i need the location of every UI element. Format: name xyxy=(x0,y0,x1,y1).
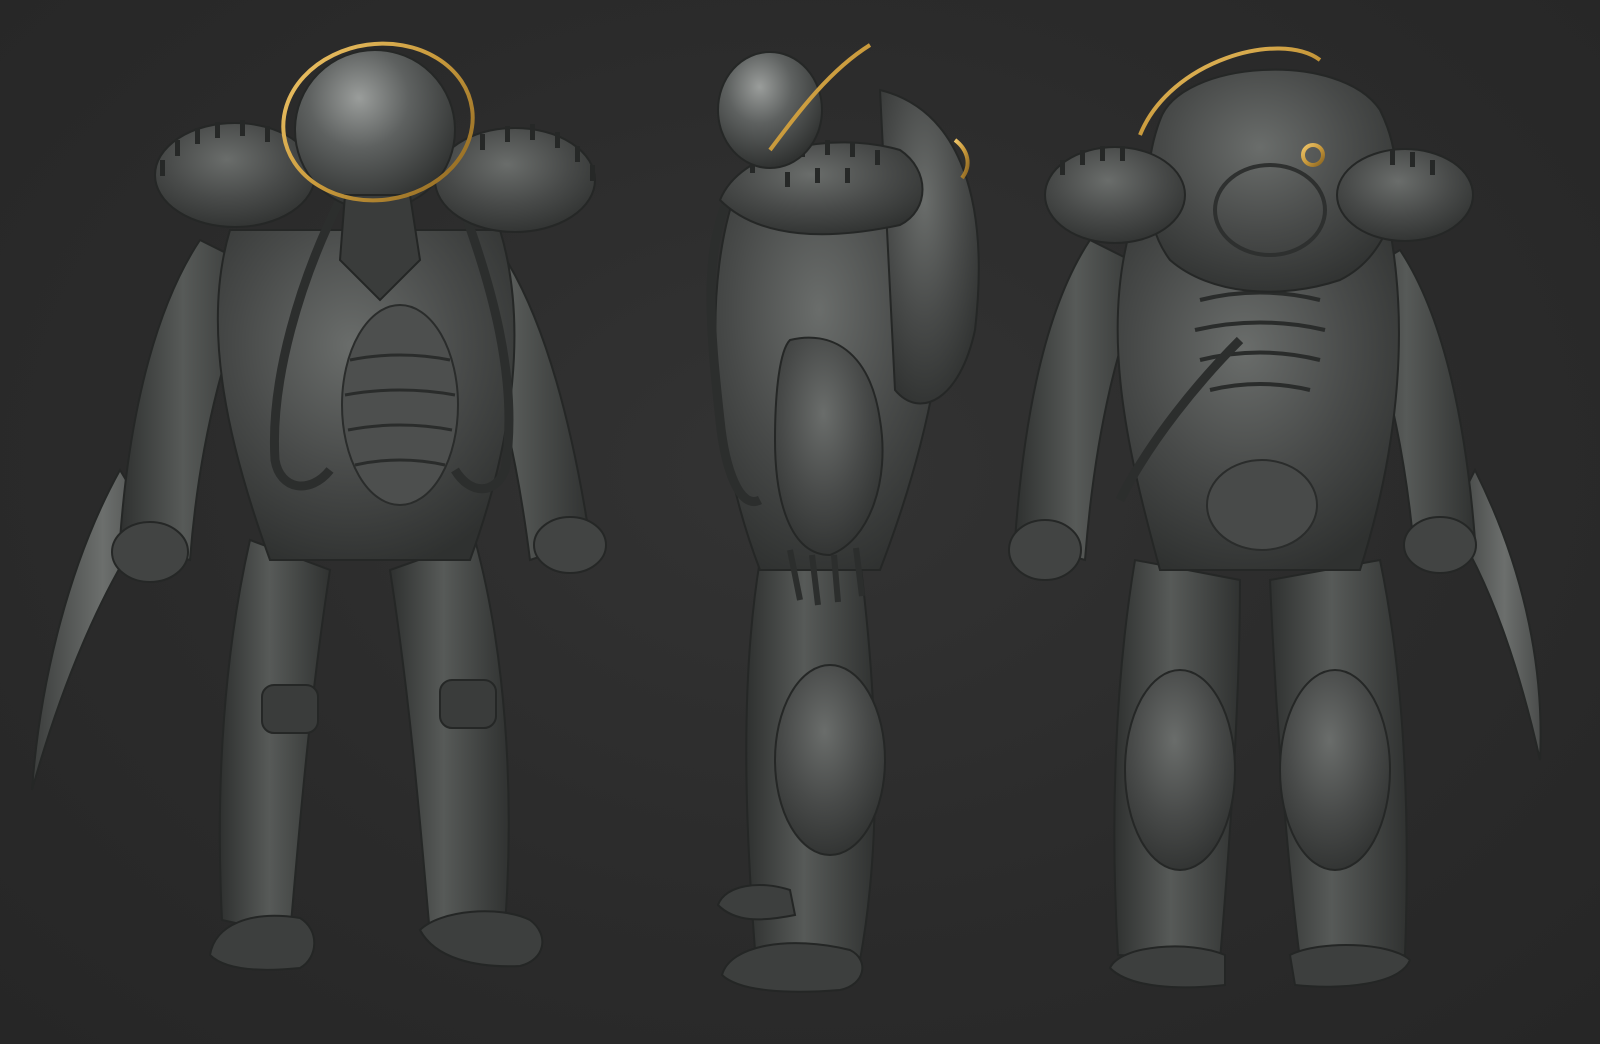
back-left-calf xyxy=(1124,669,1236,871)
front-left-foot xyxy=(208,914,316,971)
back-right-calf xyxy=(1279,669,1391,871)
front-right-foot xyxy=(418,910,544,968)
front-right-shoulder xyxy=(434,127,596,233)
front-right-knee xyxy=(439,679,497,729)
side-view-figure xyxy=(706,43,980,993)
back-glutes xyxy=(1206,459,1318,551)
front-abdomen-plate xyxy=(341,304,459,506)
front-right-fist xyxy=(533,516,607,574)
side-back-hump xyxy=(878,88,980,405)
front-left-shoulder xyxy=(154,122,316,228)
back-right-shoulder xyxy=(1336,148,1474,242)
back-left-fist xyxy=(1008,519,1082,581)
back-left-shoulder xyxy=(1044,146,1186,244)
back-right-fist xyxy=(1403,516,1477,574)
side-back-foot xyxy=(716,884,797,921)
front-left-knee xyxy=(261,684,319,734)
front-right-leg xyxy=(388,538,510,937)
back-right-foot xyxy=(1288,944,1412,988)
side-calf xyxy=(774,664,886,856)
side-front-foot xyxy=(720,942,864,993)
front-view-figure xyxy=(31,41,607,971)
front-left-leg xyxy=(218,538,332,937)
front-left-fist xyxy=(111,521,189,583)
side-helmet-dome xyxy=(717,51,823,169)
turnaround-render xyxy=(0,0,1600,1044)
render-canvas xyxy=(31,41,1542,993)
back-view-figure xyxy=(1008,46,1542,989)
